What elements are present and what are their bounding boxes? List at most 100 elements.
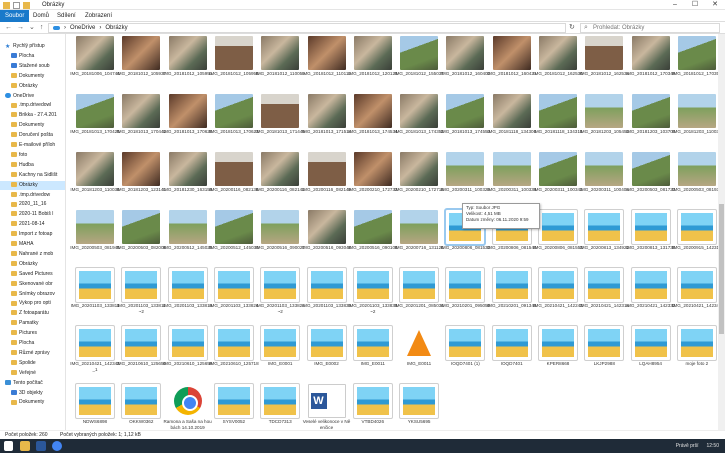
sidebar-item[interactable]: Stažené soub — [0, 62, 65, 71]
sidebar-item[interactable]: Dokumenty — [0, 72, 65, 81]
forward-arrow-icon[interactable]: → — [17, 23, 24, 33]
folder-icon — [11, 330, 17, 336]
up-arrow-icon[interactable]: ↑ — [40, 23, 44, 33]
sidebar-item[interactable]: 2021-08-14 — [0, 220, 65, 229]
folder-icon — [11, 142, 17, 148]
photo-thumbnail — [400, 152, 439, 186]
sidebar-item[interactable]: Saved Pictures — [0, 270, 65, 279]
close-button[interactable]: ✕ — [705, 0, 725, 10]
image-placeholder-icon — [584, 325, 625, 361]
sidebar-item[interactable]: Plocha — [0, 52, 65, 61]
file-name: IMG_20181012_155037 — [394, 71, 444, 76]
breadcrumb-onedrive[interactable]: OneDrive — [70, 24, 95, 32]
scrollbar-thumb[interactable] — [719, 204, 724, 334]
file-name: IMG_20201103_133835 — [301, 303, 352, 308]
search-input[interactable]: ⌕ Prohledat: Obrázky — [580, 23, 720, 33]
sidebar-item-label: .tmp.drivedow — [19, 191, 51, 198]
sidebar-item[interactable]: Z fotoaparátu — [0, 309, 65, 318]
sidebar-item[interactable]: Dokumenty — [0, 121, 65, 130]
photo-thumbnail — [400, 210, 439, 244]
file-name: IMG_20200806_081540 — [486, 245, 537, 250]
sidebar-item[interactable]: Různé zprávy — [0, 349, 65, 358]
sidebar-item[interactable]: Skenované obr — [0, 280, 65, 289]
image-placeholder-icon — [445, 267, 486, 303]
sidebar-item[interactable]: Plocha — [0, 339, 65, 348]
sidebar-item[interactable]: .tmp.drivedowl — [0, 101, 65, 110]
sidebar-item[interactable]: 2020-11 Bobiš l — [0, 210, 65, 219]
sidebar-item-label: OneDrive — [13, 92, 35, 99]
folder-icon — [11, 310, 17, 316]
word-icon[interactable] — [36, 441, 46, 451]
sidebar-item-label: 3D objekty — [19, 389, 43, 396]
sidebar-item[interactable]: ★ Rychlý přístup — [0, 42, 65, 51]
vlc-icon — [400, 326, 438, 360]
file-name: IMG_20210421_142342_1 — [70, 361, 120, 372]
sidebar-item[interactable]: Tento počítač — [0, 379, 65, 388]
file-name: IMG_20181230_163155 — [162, 187, 213, 192]
sidebar-item[interactable]: Veřejné — [0, 369, 65, 378]
sidebar-item[interactable]: Obrázky — [0, 180, 65, 190]
file-name: IMG_20210201_095050 — [440, 303, 491, 308]
recent-chevron-icon[interactable]: ⌄ — [29, 23, 35, 33]
sidebar-item-label: Saved Pictures — [19, 270, 53, 277]
address-path[interactable]: › OneDrive › Obrázky — [48, 23, 566, 33]
sidebar-item[interactable]: Obrázky — [0, 260, 65, 269]
sidebar-item[interactable]: Kachny na Sidlišt — [0, 171, 65, 180]
photo-thumbnail — [677, 36, 716, 70]
photo-thumbnail — [353, 36, 392, 70]
breadcrumb-obrazky[interactable]: Obrázky — [105, 24, 127, 32]
clock[interactable]: 12:50 — [706, 439, 719, 453]
sidebar-item-label: Z fotoaparátu — [19, 310, 49, 317]
sidebar-item[interactable]: foto — [0, 151, 65, 160]
file-name: moje foto 2 — [685, 361, 709, 366]
sidebar-item[interactable]: MAHA — [0, 240, 65, 249]
sidebar-item[interactable]: E-mailové příloh — [0, 141, 65, 150]
new-folder-icon[interactable] — [23, 1, 30, 9]
sidebar-item[interactable]: 2020_11_16 — [0, 200, 65, 209]
tab-file[interactable]: Soubor — [0, 10, 30, 22]
maximize-button[interactable]: ☐ — [685, 0, 705, 10]
chrome-icon[interactable] — [52, 441, 62, 451]
back-arrow-icon[interactable]: ← — [5, 23, 12, 33]
sidebar-item[interactable]: Import z fotoap — [0, 230, 65, 239]
photo-thumbnail — [585, 36, 624, 70]
sidebar-item[interactable]: Snímky obrazov — [0, 290, 65, 299]
file-explorer-icon[interactable] — [20, 441, 30, 451]
file-name: IMG_20210421_142243 — [533, 303, 583, 308]
folder-icon — [11, 399, 17, 405]
sidebar-item[interactable]: OneDrive — [0, 92, 65, 101]
minimize-button[interactable]: – — [665, 0, 685, 10]
sidebar-item-label: Obrázky — [19, 181, 38, 188]
file-name: IMG_E0011 — [407, 361, 432, 366]
sidebar-item[interactable]: Nahrané z mob — [0, 250, 65, 259]
sidebar-item[interactable]: 3D objekty — [0, 389, 65, 398]
vertical-scrollbar[interactable] — [718, 34, 725, 430]
file-name: IMG_20201103_133824 — [209, 303, 259, 308]
sidebar-item-label: 2021-08-14 — [19, 221, 45, 228]
sidebar-item[interactable]: Brikka - 27.4.201 — [0, 111, 65, 120]
folder-icon — [11, 300, 17, 306]
folder-icon — [11, 102, 17, 108]
file-name: IMG_20181203_123141 — [116, 187, 167, 192]
sidebar-item[interactable]: Obrázky — [0, 82, 65, 91]
start-icon[interactable] — [4, 441, 13, 451]
file-name: LQAH8954 — [639, 361, 662, 366]
tab-share[interactable]: Sdílení — [52, 10, 81, 22]
sidebar-item[interactable]: Hudba — [0, 161, 65, 170]
file-name: IMG_20181012_105951 — [162, 71, 213, 76]
photo-thumbnail — [307, 152, 346, 186]
sidebar-item[interactable]: Pictures — [0, 329, 65, 338]
tab-home[interactable]: Domů — [28, 10, 54, 22]
sidebar-item[interactable]: Pamatky — [0, 319, 65, 328]
refresh-icon[interactable]: ↻ — [569, 23, 575, 33]
photo-thumbnail — [585, 94, 624, 128]
sidebar-item[interactable]: .tmp.drivedow — [0, 191, 65, 200]
checkmark-icon[interactable] — [13, 1, 20, 9]
weather-text[interactable]: Právě prší — [676, 439, 699, 453]
sidebar-item[interactable]: Doručení pošta — [0, 131, 65, 140]
file-name: IMG_20181013_170623 — [209, 129, 259, 134]
sidebar-item[interactable]: Spolide — [0, 359, 65, 368]
sidebar-item[interactable]: Dokumenty — [0, 398, 65, 407]
tab-view[interactable]: Zobrazení — [80, 10, 117, 22]
sidebar-item[interactable]: Vykop pro opti — [0, 299, 65, 308]
